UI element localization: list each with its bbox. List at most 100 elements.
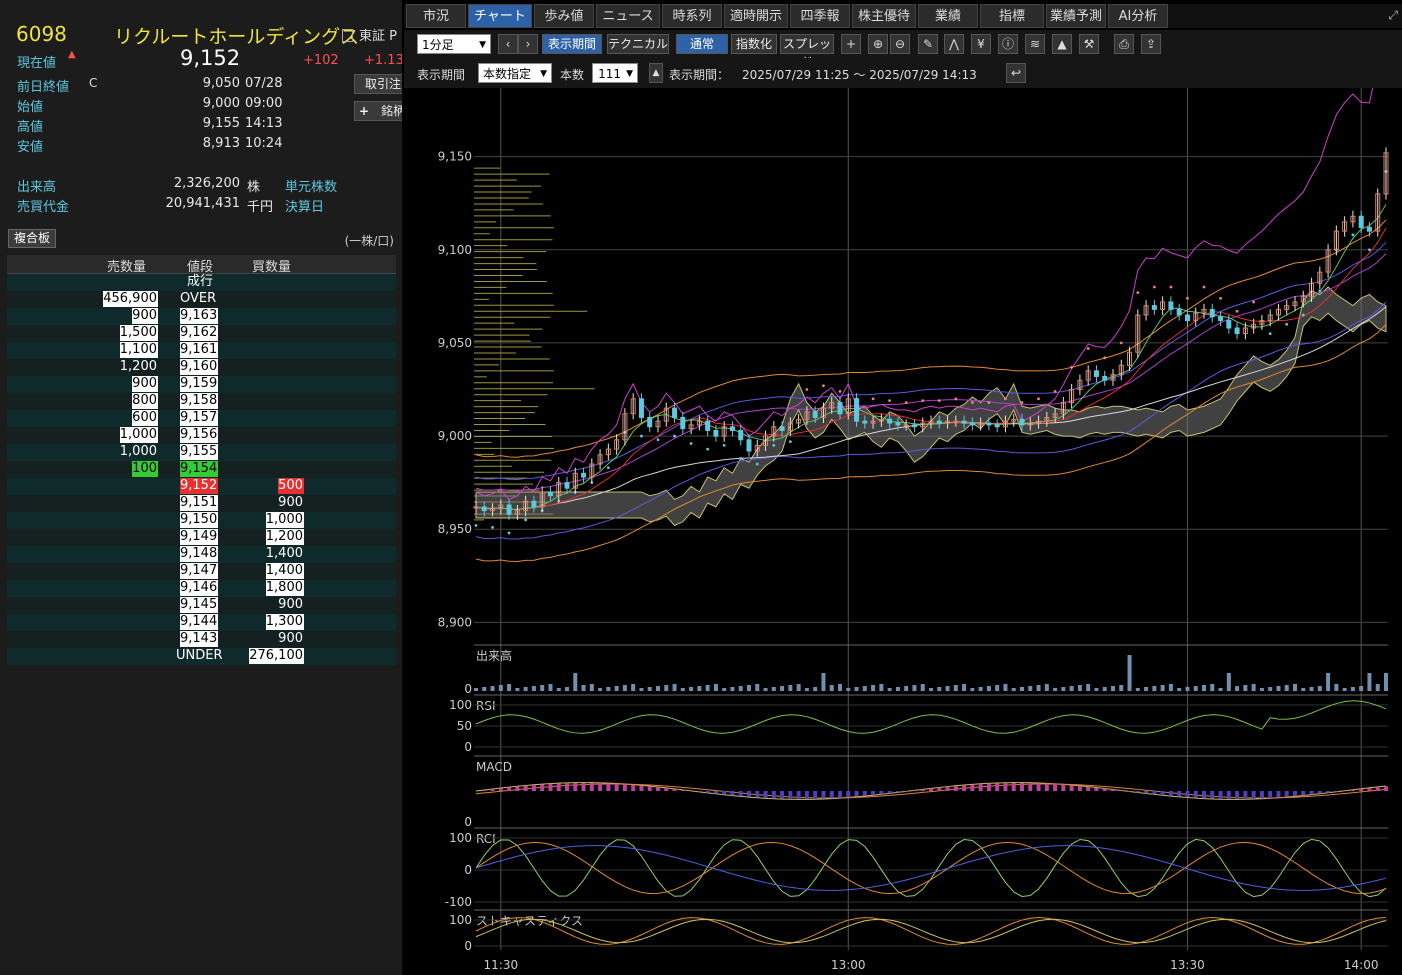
tab-10[interactable]: 業績予測 (1046, 4, 1106, 28)
tab-0[interactable]: 市況 (406, 4, 466, 28)
ask-price[interactable]: 9,160 (180, 359, 219, 375)
expand-icon[interactable]: ⤢ (1388, 8, 1398, 23)
wrench-icon[interactable]: ⚒ (1079, 34, 1099, 54)
bid-price[interactable]: 9,150 (180, 512, 219, 528)
tab-9[interactable]: 指標 (980, 4, 1044, 28)
ask-row[interactable]: 100 9,154 (7, 461, 396, 478)
ask-price[interactable]: 9,158 (180, 393, 219, 409)
ask-price[interactable]: 9,157 (180, 410, 219, 426)
count-input[interactable]: 111 ▼ (592, 63, 638, 83)
reset-icon[interactable]: ↩ (1006, 63, 1026, 83)
crosshair-icon[interactable]: + (841, 34, 861, 54)
parabolic-dot (656, 438, 660, 442)
candle-body (638, 398, 644, 418)
bid-price[interactable]: 9,152 (180, 478, 219, 494)
ask-price[interactable]: 9,161 (180, 342, 219, 358)
ask-price[interactable]: 9,159 (180, 376, 219, 392)
market-order-row[interactable]: 成行 (7, 274, 396, 291)
stock-name[interactable]: リクルートホールディングス (114, 22, 359, 49)
ask-price[interactable]: 9,162 (180, 325, 219, 341)
under-row[interactable]: UNDER 276,100 (7, 648, 396, 665)
normal-button[interactable]: 通常 (676, 34, 728, 54)
document-icon[interactable] (342, 29, 353, 42)
tab-3[interactable]: ニュース (596, 4, 660, 28)
bid-row[interactable]: 9,144 1,300 (7, 614, 396, 631)
bid-row[interactable]: 9,148 1,400 (7, 546, 396, 563)
under-label: UNDER (176, 648, 223, 663)
panel-tick-label: 0 (464, 682, 472, 696)
index-button[interactable]: 指数化 (731, 34, 777, 54)
ask-row[interactable]: 600 9,157 (7, 410, 396, 427)
ask-price[interactable]: 9,163 (180, 308, 219, 324)
order-button[interactable]: 取引注 (354, 74, 402, 94)
prev-icon[interactable]: ‹ (498, 34, 518, 54)
bid-row[interactable]: 9,149 1,200 (7, 529, 396, 546)
bid-row[interactable]: 9,150 1,000 (7, 512, 396, 529)
bid-row[interactable]: 9,146 1,800 (7, 580, 396, 597)
tab-2[interactable]: 歩み値 (534, 4, 594, 28)
bid-price[interactable]: 9,143 (180, 631, 219, 647)
current-price: 9,152 (180, 46, 241, 70)
bid-row[interactable]: 9,151 900 (7, 495, 396, 512)
count-up-icon[interactable]: ▲ (649, 63, 663, 83)
composite-board-button[interactable]: 複合板 (8, 229, 56, 248)
export-icon[interactable]: ⇪ (1141, 34, 1161, 54)
bid-price[interactable]: 9,144 (180, 614, 219, 630)
bid-row[interactable]: 9,145 900 (7, 597, 396, 614)
trend-icon[interactable]: ⋀ (944, 34, 964, 54)
zoom-out-icon[interactable]: ⊖ (890, 34, 910, 54)
bid-row[interactable]: 9,147 1,400 (7, 563, 396, 580)
yen-icon[interactable]: ¥ (971, 34, 991, 54)
ask-row[interactable]: 1,000 9,155 (7, 444, 396, 461)
ask-row[interactable]: 1,500 9,162 (7, 325, 396, 342)
bid-price[interactable]: 9,147 (180, 563, 219, 579)
candle-body (862, 420, 868, 424)
tab-5[interactable]: 適時開示 (724, 4, 788, 28)
stock-chart[interactable]: 11:30 13:00 13:30 14:00 9,150 9,100 9,050 9,000… (404, 88, 1402, 975)
my-chart-icon[interactable]: ≋ (1025, 34, 1045, 54)
volume-bar (813, 687, 818, 691)
bid-row[interactable]: 9,152 500 (7, 478, 396, 495)
ask-row[interactable]: 900 9,159 (7, 376, 396, 393)
print-icon[interactable]: ⎙ (1114, 34, 1134, 54)
period-button[interactable]: 表示期間 (542, 34, 602, 54)
candle-body (953, 420, 959, 423)
area-chart-icon[interactable]: ▲ (1052, 34, 1072, 54)
tab-11[interactable]: AI分析 (1108, 4, 1168, 28)
open-time: 09:00 (245, 96, 283, 111)
ask-row[interactable]: 1,200 9,160 (7, 359, 396, 376)
volume-bar (879, 684, 884, 691)
add-stock-button[interactable]: + 銘柄 (354, 101, 402, 121)
next-icon[interactable]: › (518, 34, 538, 54)
tab-6[interactable]: 四季報 (790, 4, 850, 28)
bid-price[interactable]: 9,151 (180, 495, 219, 511)
bid-price[interactable]: 9,146 (180, 580, 219, 596)
bid-price[interactable]: 9,149 (180, 529, 219, 545)
tab-8[interactable]: 業績 (918, 4, 978, 28)
interval-select[interactable]: 1分足 ▼ (417, 34, 491, 54)
pencil-icon[interactable]: ✎ (918, 34, 938, 54)
over-row[interactable]: 456,900 OVER (7, 291, 396, 308)
tab-7[interactable]: 株主優待 (852, 4, 916, 28)
ask-qty: 1,200 (119, 359, 157, 374)
zoom-in-icon[interactable]: ⊕ (868, 34, 888, 54)
ask-price[interactable]: 9,156 (180, 427, 219, 443)
ask-row[interactable]: 1,100 9,161 (7, 342, 396, 359)
ask-row[interactable]: 800 9,158 (7, 393, 396, 410)
info-icon[interactable]: ⓘ (998, 34, 1018, 54)
ask-row[interactable]: 900 9,163 (7, 308, 396, 325)
bid-price[interactable]: 9,148 (180, 546, 219, 562)
bid-price[interactable]: 9,145 (180, 597, 219, 613)
candle-body (779, 426, 785, 431)
tab-1[interactable]: チャート (468, 4, 532, 28)
bid-row[interactable]: 9,143 900 (7, 631, 396, 648)
ask-row[interactable]: 1,000 9,156 (7, 427, 396, 444)
technical-button[interactable]: テクニカル (607, 34, 669, 54)
period-mode-select[interactable]: 本数指定 ▼ (478, 63, 552, 83)
ask-price[interactable]: 9,155 (180, 444, 219, 460)
macd-histogram-bar (788, 791, 793, 799)
tab-4[interactable]: 時系列 (662, 4, 722, 28)
spread-button[interactable]: スプレッド (780, 34, 834, 69)
ask-price[interactable]: 9,154 (180, 461, 219, 477)
x-tick-label: 13:00 (831, 958, 866, 972)
